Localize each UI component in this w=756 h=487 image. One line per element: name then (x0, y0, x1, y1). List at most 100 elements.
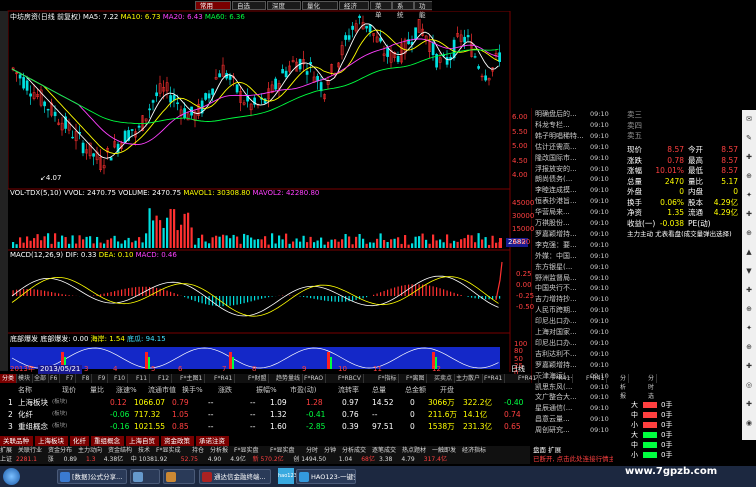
status1-item[interactable]: 分析报 (210, 446, 228, 455)
toolbar-icon[interactable]: ✚ (744, 285, 754, 295)
func-tab-9[interactable]: F12 (156, 374, 173, 383)
status1-item[interactable]: 技术 (138, 446, 150, 455)
status1-item[interactable]: 分钟 (324, 446, 336, 455)
toolbar-icon[interactable]: ⊕ (744, 304, 754, 314)
taskbar-button-0[interactable]: [数据]公式分享... (57, 469, 127, 484)
toolbar-icon[interactable]: ✚ (744, 399, 754, 409)
taskbar-button-1[interactable] (130, 469, 160, 484)
func-tab-19[interactable]: 主力散户 (454, 374, 484, 383)
toolbar-icon[interactable]: ⊕ (744, 342, 754, 352)
status1-item[interactable]: 扩展 (0, 446, 12, 455)
toolbar-icon[interactable]: ◉ (744, 418, 754, 428)
toolbar-icon[interactable]: ✚ (744, 209, 754, 219)
side-status-a[interactable]: 盘面 (533, 446, 546, 454)
col-header-1[interactable]: 现价 (62, 385, 76, 396)
func-tab-12[interactable]: F*财盟 (246, 374, 270, 383)
status1-item[interactable]: 逐笔成交 (372, 446, 396, 455)
func-tab-13[interactable]: 趋势量线 (274, 374, 304, 383)
toolbar-icon[interactable]: ▼ (744, 266, 754, 276)
taskbar-button-2[interactable] (163, 469, 195, 484)
func-tab-15[interactable]: F*RBCV (336, 374, 364, 383)
func-tab-21[interactable]: F*R41 (516, 374, 540, 383)
col-header-6[interactable]: 涨跌 (218, 385, 232, 396)
func-tab-8[interactable]: F11 (134, 374, 151, 383)
func-tab-3[interactable]: F6 (48, 374, 61, 383)
section-tab-6[interactable]: 承诺注资 (196, 436, 230, 446)
col-header-10[interactable]: 总量 (372, 385, 386, 396)
toolbar-icon[interactable]: ✚ (744, 361, 754, 371)
toolbar-icon[interactable]: ▲ (744, 247, 754, 257)
col-header-11[interactable]: 总金额 (405, 385, 426, 396)
func-tab-20[interactable]: F*R41 (482, 374, 506, 383)
status1-item[interactable]: 经济指标 (462, 446, 486, 455)
func-tab-7[interactable]: F10 (112, 374, 129, 383)
toolbar-icon[interactable]: ◎ (744, 380, 754, 390)
section-tab-2[interactable]: 化纤 (70, 436, 90, 446)
section-tab-1[interactable]: 上海板块 (35, 436, 69, 446)
toolbar-icon[interactable]: ✎ (744, 133, 754, 143)
status1-item[interactable]: 关联行业 (18, 446, 42, 455)
status1-item[interactable]: 热点题材 (402, 446, 426, 455)
toolbar-icon[interactable]: ✉ (744, 114, 754, 124)
col-header-12[interactable]: 开盘 (440, 385, 454, 396)
func-tab-1[interactable]: 模块 (16, 374, 34, 383)
taskbar-button-3[interactable]: 通达信金融终端... (199, 469, 271, 484)
status1-item[interactable]: F*显实盘 (270, 446, 294, 455)
candle-body (351, 25, 354, 30)
func-tab-23[interactable]: F*R41 (584, 374, 608, 383)
chart-title-text: 中坊房资(日线 前复权) (10, 13, 81, 21)
section-tab-5[interactable]: 资金政策 (161, 436, 195, 446)
func-tab-6[interactable]: F9 (96, 374, 109, 383)
toolbar-icon[interactable]: ⊕ (744, 171, 754, 181)
connection-status[interactable]: 已断开, 点击此处连接行情主站 (533, 455, 622, 464)
func-tab-11[interactable]: F*R41 (212, 374, 236, 383)
volume-bar (120, 243, 123, 248)
toolbar-icon[interactable]: ✦ (744, 190, 754, 200)
col-header-7[interactable]: 振幅% (256, 385, 277, 396)
flow-row: 大 0手 (613, 430, 743, 440)
quote-value: 10.01% (655, 166, 684, 175)
start-orb-icon[interactable] (3, 468, 20, 485)
func-tab-14[interactable]: F*RAO (302, 374, 327, 383)
section-tab-0[interactable]: 关联品种 (0, 436, 34, 446)
toolbar-icon[interactable]: ✚ (744, 152, 754, 162)
func-tab-4[interactable]: F7 (64, 374, 77, 383)
section-tab-3[interactable]: 重组概念 (91, 436, 125, 446)
func-tab-10[interactable]: F*主图1 (178, 374, 206, 383)
col-header-3[interactable]: 涨速% (116, 385, 137, 396)
table-row[interactable]: 3 重组概念 (板块) -0.16 1021.55 0.85 -- -- 1.60 -2.85 0.… (0, 421, 530, 432)
status1-item[interactable]: 主力动向 (78, 446, 102, 455)
func-tab-16[interactable]: F*指标 (376, 374, 400, 383)
side-status-b[interactable]: 扩展 (548, 446, 561, 454)
status1-item[interactable]: 分析成交 (342, 446, 366, 455)
func-tab-22[interactable]: F*R41 (550, 374, 574, 383)
candle-body (155, 92, 158, 97)
hao123-icon[interactable]: hao123 (278, 468, 297, 484)
func-tab-17[interactable]: F*离图 (404, 374, 428, 383)
func-tab-0[interactable]: 分类 (0, 374, 18, 383)
status1-item[interactable]: 持仓 (192, 446, 204, 455)
section-tab-4[interactable]: 上海自贸 (126, 436, 160, 446)
col-header-0[interactable]: 名称 (18, 385, 32, 396)
status1-item[interactable]: F*显实成 (156, 446, 180, 455)
col-header-5[interactable]: 换手% (182, 385, 203, 396)
status1-item[interactable]: 资金分布 (48, 446, 72, 455)
table-row[interactable]: 1 上海板块 (板块) 0.12 1066.07 0.79 -- -- 1.09 1.28 0.97… (0, 397, 530, 408)
func-tab-18[interactable]: 买卖点 (432, 374, 456, 383)
status1-item[interactable]: 资金结构 (108, 446, 132, 455)
func-tab-5[interactable]: F8 (80, 374, 93, 383)
col-header-8[interactable]: 市盈(动) (290, 385, 316, 396)
toolbar-icon[interactable]: ✦ (744, 323, 754, 333)
func-tab-2[interactable]: 全部 (32, 374, 50, 383)
col-header-4[interactable]: 流通市值 (148, 385, 176, 396)
status1-item[interactable]: F*显实盘 (234, 446, 258, 455)
col-header-2[interactable]: 量比 (90, 385, 104, 396)
func-tab-24[interactable]: 分析报表 (618, 374, 630, 409)
status1-item[interactable]: 一触即发 (432, 446, 456, 455)
taskbar-button-4[interactable]: HAO123-一键安... (296, 469, 356, 484)
func-tab-25[interactable]: 分时选择 (646, 374, 658, 409)
toolbar-icon[interactable]: ⊕ (744, 228, 754, 238)
table-row[interactable]: 2 化纤 (板块) -0.06 717.32 1.05 -- -- 1.32 -0.41 0.76 -… (0, 409, 530, 420)
status1-item[interactable]: 分时 (306, 446, 318, 455)
col-header-9[interactable]: 流转率 (338, 385, 359, 396)
